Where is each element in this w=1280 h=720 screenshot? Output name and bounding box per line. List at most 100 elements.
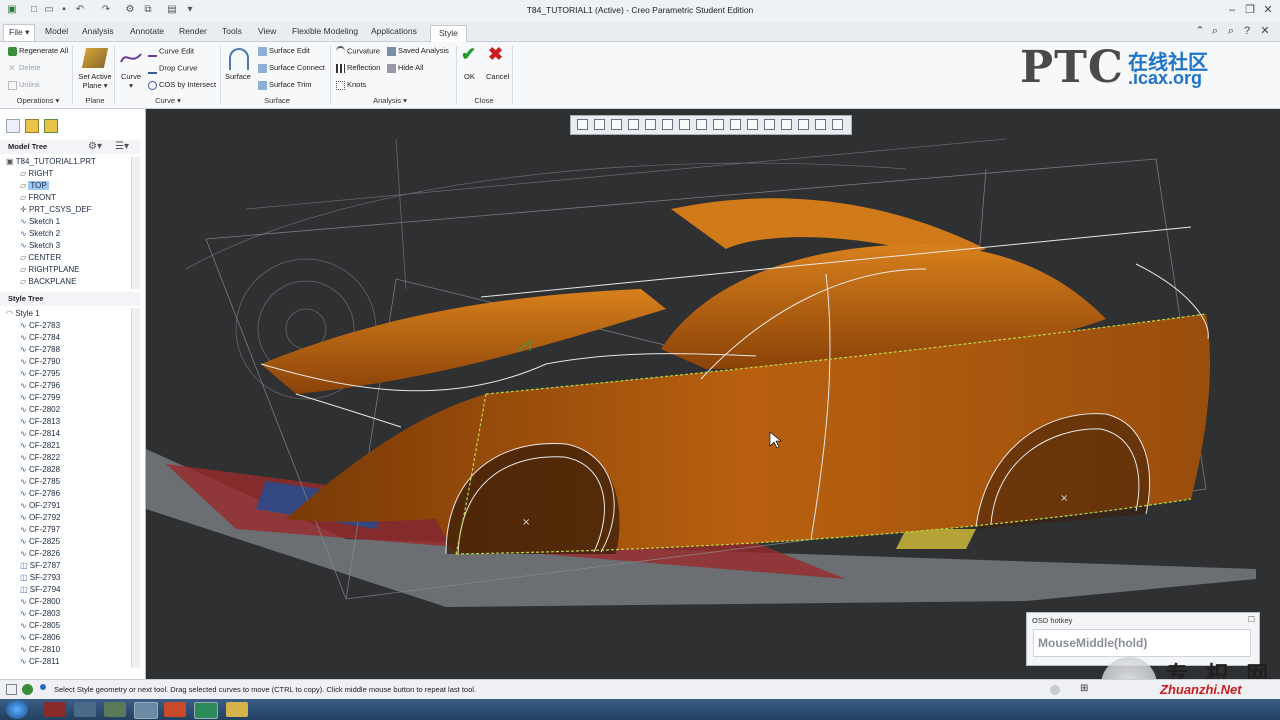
style-tree-item[interactable]: ∿ CF-2805 (20, 621, 60, 630)
show-navigator-icon[interactable] (6, 684, 17, 695)
repaint-icon[interactable] (628, 119, 639, 130)
taskbar-app-icon[interactable] (134, 702, 158, 719)
tab-tools[interactable]: Tools (222, 26, 242, 36)
style-tree-item[interactable]: ∿ CF-2800 (20, 597, 60, 606)
selection-filter-icon[interactable]: ⊞ (1080, 683, 1088, 694)
taskbar-chrome-icon[interactable] (164, 702, 186, 717)
style-tree-item[interactable]: ∿ CF-2784 (20, 333, 60, 342)
model-tree-item[interactable]: ▱ RIGHTPLANE (20, 265, 80, 274)
group-operations[interactable]: Operations ▾ (8, 96, 68, 105)
style-tree-item[interactable]: ∿ CF-2813 (20, 417, 60, 426)
search-icon[interactable]: ⌕ (1208, 24, 1222, 38)
saved-analysis-button[interactable]: Saved Analysis (387, 46, 449, 56)
grid-icon[interactable] (815, 119, 826, 130)
tab-file[interactable]: File ▾ (3, 24, 36, 42)
model-tree-item[interactable]: ✛ PRT_CSYS_DEF (20, 205, 91, 214)
set-active-plane-button[interactable]: Set Active Plane ▾ (78, 72, 112, 90)
style-tree-item[interactable]: ∿ CF-2797 (20, 525, 60, 534)
model-tree-item[interactable]: ▱ FRONT (20, 193, 56, 202)
style-tree-item[interactable]: ∿ CF-2821 (20, 441, 60, 450)
datum-planes-icon[interactable] (713, 119, 724, 130)
cos-by-intersect-button[interactable]: COS by Intersect (148, 80, 216, 90)
style-tree-root[interactable]: ◠ Style 1 (6, 309, 40, 318)
minimize-button[interactable]: – (1225, 3, 1239, 17)
close-window-button[interactable]: ✕ (1261, 3, 1275, 17)
graphics-viewport[interactable]: × × OSD hotkey ☐ MouseMiddle(hold) 专 枳 网 (146, 109, 1280, 679)
favorites-icon[interactable] (44, 119, 58, 133)
search-options-icon[interactable]: ⌕ (1224, 24, 1238, 38)
curvature-button[interactable]: Curvature (336, 46, 380, 57)
view-manager-icon[interactable] (679, 119, 690, 130)
curve-button[interactable]: Curve ▾ (120, 72, 142, 90)
saved-orientations-icon[interactable] (662, 119, 673, 130)
delete-button[interactable]: ✕ Delete (8, 63, 41, 73)
perspective-icon[interactable] (696, 119, 707, 130)
style-tree-item[interactable]: ∿ CF-2806 (20, 633, 60, 642)
help-icon[interactable]: ? (1240, 24, 1254, 38)
tab-view[interactable]: View (258, 26, 276, 36)
style-tree-item[interactable]: ∿ CF-2795 (20, 369, 60, 378)
style-tree-item[interactable]: ∿ CF-2802 (20, 405, 60, 414)
style-tree-item[interactable]: ∿ CF-2790 (20, 357, 60, 366)
model-tree-item[interactable]: ∿ Sketch 2 (20, 229, 60, 238)
annotation-display-icon[interactable] (781, 119, 792, 130)
csys-display-icon[interactable] (764, 119, 775, 130)
taskbar-app-icon[interactable] (44, 702, 66, 717)
style-tree-item[interactable]: ◫ SF-2793 (20, 573, 60, 582)
zoom-in-icon[interactable] (594, 119, 605, 130)
ok-button[interactable]: OK (464, 72, 475, 81)
spin-center-icon[interactable] (798, 119, 809, 130)
start-button[interactable] (6, 700, 28, 719)
model-tree-item[interactable]: ▣ T84_TUTORIAL1.PRT (6, 157, 96, 166)
style-tree-item[interactable]: ∿ CF-2796 (20, 381, 60, 390)
style-tree-item[interactable]: ∿ CF-2826 (20, 549, 60, 558)
tab-model[interactable]: Model (45, 26, 68, 36)
reflection-button[interactable]: Reflection (336, 63, 380, 73)
model-tree-tab-icon[interactable] (6, 119, 20, 133)
style-tree-item[interactable]: ∿ CF-2811 (20, 657, 59, 666)
minimize-ribbon-icon[interactable]: ⌃ (1193, 24, 1207, 38)
surface-trim-button[interactable]: Surface Trim (258, 80, 312, 90)
model-tree-item[interactable]: ∿ Sketch 1 (20, 217, 60, 226)
zoom-out-icon[interactable] (611, 119, 622, 130)
style-tree-item[interactable]: ∿ CF-2825 (20, 537, 60, 546)
style-display-icon[interactable] (832, 119, 843, 130)
datum-axes-icon[interactable] (730, 119, 741, 130)
style-tree-item[interactable]: ∿ CF-2803 (20, 609, 60, 618)
style-tree-item[interactable]: ∿ OF-2791 (20, 501, 61, 510)
model-tree-item[interactable]: ▱ BACKPLANE (20, 277, 76, 286)
style-tree-item[interactable]: ∿ CF-2786 (20, 489, 60, 498)
model-tree-item[interactable]: ▱ CENTER (20, 253, 61, 262)
regenerate-all-button[interactable]: Regenerate All (8, 46, 68, 56)
style-tree-item[interactable]: ◫ SF-2787 (20, 561, 60, 570)
style-tree-scrollbar[interactable] (131, 308, 140, 668)
tab-annotate[interactable]: Annotate (130, 26, 164, 36)
model-tree-item[interactable]: ▱ RIGHT (20, 169, 53, 178)
refit-icon[interactable] (577, 119, 588, 130)
style-tree-item[interactable]: ◫ SF-2794 (20, 585, 60, 594)
tree-settings-icon[interactable]: ⚙▾ (88, 141, 102, 152)
tab-applications[interactable]: Applications (371, 26, 417, 36)
style-tree-item[interactable]: ∿ CF-2783 (20, 321, 60, 330)
folder-browser-icon[interactable] (25, 119, 39, 133)
style-tree-item[interactable]: ∿ CF-2785 (20, 477, 60, 486)
display-style-icon[interactable] (645, 119, 656, 130)
style-tree-item[interactable]: ∿ CF-2828 (20, 465, 60, 474)
model-tree-item[interactable]: ∿ Sketch 3 (20, 241, 60, 250)
drop-curve-button[interactable]: Drop Curve (148, 63, 197, 74)
surface-edit-button[interactable]: Surface Edit (258, 46, 310, 56)
tab-analysis[interactable]: Analysis (82, 26, 114, 36)
model-tree-item[interactable]: ▱ TOP (20, 181, 49, 190)
group-analysis[interactable]: Analysis ▾ (362, 96, 418, 105)
hide-all-button[interactable]: Hide All (387, 63, 423, 73)
knots-button[interactable]: Knots (336, 80, 366, 90)
taskbar-app-icon[interactable] (74, 702, 96, 717)
taskbar-creo-icon[interactable] (194, 702, 218, 719)
surface-button[interactable]: Surface (225, 72, 251, 81)
curve-edit-button[interactable]: Curve Edit (148, 46, 194, 57)
style-tree-item[interactable]: ∿ CF-2814 (20, 429, 60, 438)
style-tree-item[interactable]: ∿ CF-2822 (20, 453, 60, 462)
tree-filters-icon[interactable]: ☰▾ (115, 141, 129, 152)
tab-flexible-modeling[interactable]: Flexible Modeling (292, 26, 358, 36)
model-tree-scrollbar[interactable] (131, 157, 140, 289)
